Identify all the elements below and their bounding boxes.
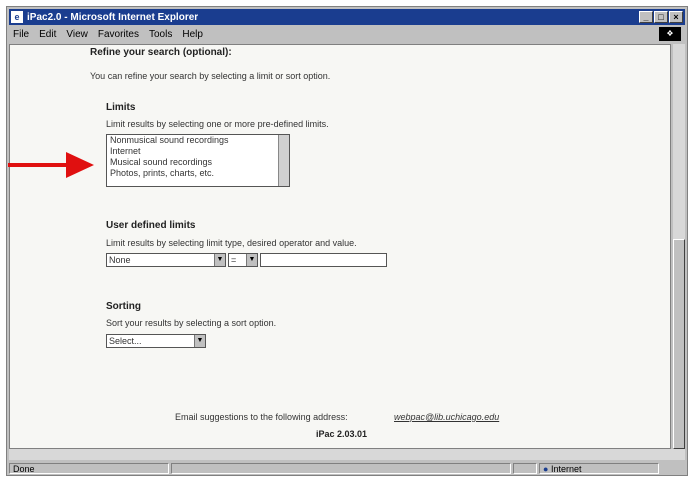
menu-bar: File Edit View Favorites Tools Help ❖: [9, 26, 685, 42]
close-icon[interactable]: ×: [669, 11, 683, 23]
status-text-pane: Done: [9, 462, 169, 474]
intro-text: You can refine your search by selecting …: [90, 71, 331, 81]
status-progress-pane: [171, 462, 511, 474]
menu-favorites[interactable]: Favorites: [98, 29, 139, 40]
red-arrow-icon: [8, 152, 94, 178]
limit-value-input[interactable]: [260, 253, 387, 267]
limits-heading: Limits: [106, 102, 136, 113]
menu-edit[interactable]: Edit: [39, 29, 56, 40]
ie-page-icon: e: [11, 11, 23, 23]
sorting-heading: Sorting: [106, 301, 141, 312]
status-bar: Done ● Internet: [9, 461, 685, 475]
status-zone: Internet: [550, 463, 582, 474]
user-limits-description: Limit results by selecting limit type, d…: [106, 238, 357, 248]
horizontal-scrollbar[interactable]: [9, 449, 685, 460]
internet-zone-icon: ●: [543, 463, 549, 474]
limit-type-value: None: [109, 255, 131, 265]
page-content: Refine your search (optional): You can r…: [9, 44, 671, 449]
chevron-down-icon[interactable]: ▼: [246, 254, 257, 266]
maximize-icon[interactable]: □: [654, 11, 668, 23]
chevron-down-icon[interactable]: ▼: [214, 254, 225, 266]
user-limits-heading: User defined limits: [106, 220, 196, 231]
operator-select[interactable]: = ▼: [228, 253, 258, 267]
operator-value: =: [231, 255, 237, 265]
vertical-scrollbar[interactable]: [673, 44, 685, 449]
limits-option[interactable]: Musical sound recordings: [107, 157, 289, 168]
status-zone-pane: ● Internet: [539, 462, 659, 474]
menu-tools[interactable]: Tools: [149, 29, 172, 40]
browser-window: e iPac2.0 - Microsoft Internet Explorer …: [6, 6, 688, 476]
minimize-icon[interactable]: _: [639, 11, 653, 23]
status-text: Done: [13, 463, 35, 474]
version-text: iPac 2.03.01: [316, 429, 368, 439]
menu-view[interactable]: View: [66, 29, 88, 40]
status-lock-pane: [513, 462, 537, 474]
sort-select-value: Select...: [109, 336, 142, 346]
menu-help[interactable]: Help: [182, 29, 203, 40]
limits-option[interactable]: Photos, prints, charts, etc.: [107, 168, 289, 179]
window-controls: _ □ ×: [639, 11, 683, 23]
limit-type-select[interactable]: None ▼: [106, 253, 226, 267]
section-heading: Refine your search (optional):: [90, 47, 232, 58]
limits-option[interactable]: Nonmusical sound recordings: [107, 135, 289, 146]
email-text: Email suggestions to the following addre…: [175, 412, 348, 422]
title-bar: e iPac2.0 - Microsoft Internet Explorer …: [9, 9, 685, 25]
sort-select[interactable]: Select... ▼: [106, 334, 206, 348]
scrollbar-thumb[interactable]: [673, 239, 685, 449]
windows-logo-icon: ❖: [659, 27, 681, 41]
sorting-description: Sort your results by selecting a sort op…: [106, 318, 277, 328]
menu-file[interactable]: File: [13, 29, 29, 40]
limits-option[interactable]: Internet: [107, 146, 289, 157]
chevron-down-icon[interactable]: ▼: [194, 335, 205, 347]
listbox-scrollbar[interactable]: [278, 135, 289, 186]
limits-description: Limit results by selecting one or more p…: [106, 119, 329, 129]
window-title: iPac2.0 - Microsoft Internet Explorer: [27, 11, 199, 23]
email-link[interactable]: webpac@lib.uchicago.edu: [394, 412, 499, 422]
limits-listbox[interactable]: Nonmusical sound recordings Internet Mus…: [106, 134, 290, 187]
